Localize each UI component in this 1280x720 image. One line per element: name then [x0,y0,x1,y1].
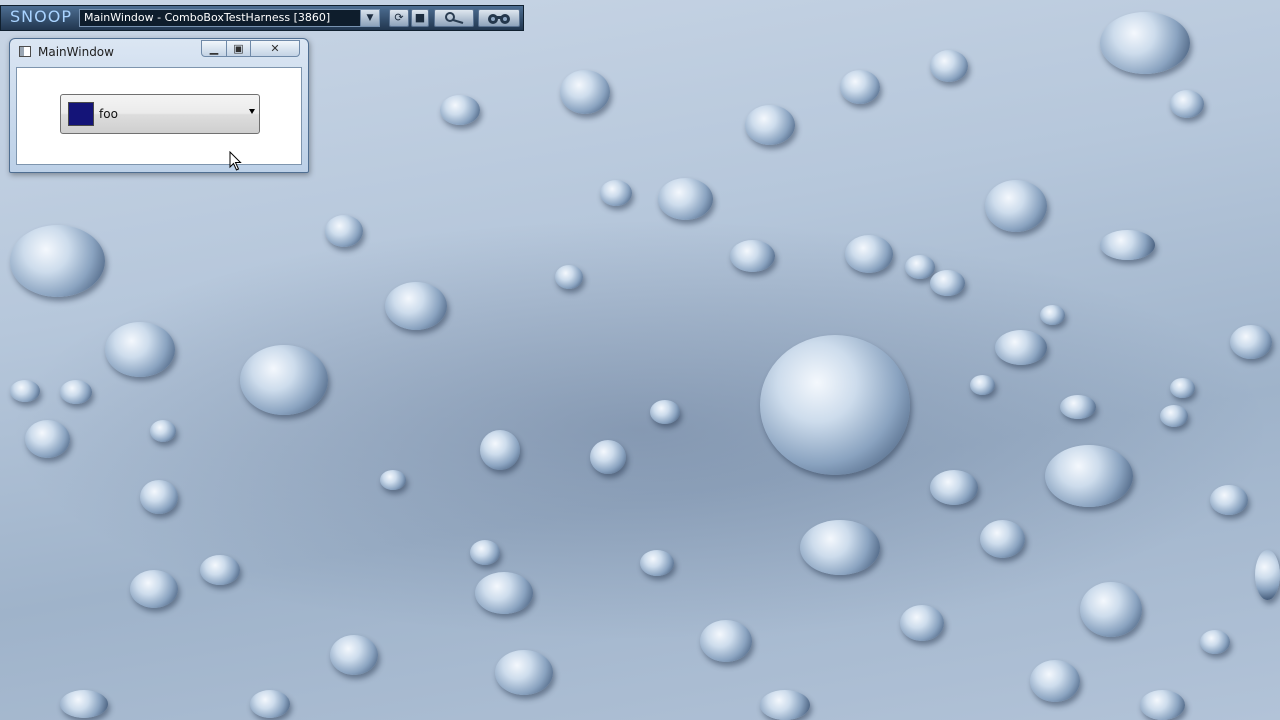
water-droplet [555,265,583,289]
water-droplet [730,240,775,272]
water-droplet [240,345,328,415]
water-droplet [60,690,108,718]
water-droplet [1170,90,1204,118]
snoop-magnify-button[interactable] [434,9,474,27]
stop-button[interactable]: ■ [411,9,429,27]
maximize-button[interactable]: ▣ [226,40,251,57]
water-droplet [10,380,40,402]
water-droplet [1100,12,1190,74]
water-droplet [1200,630,1230,654]
water-droplet [900,605,944,641]
arrow-cursor-icon [229,151,242,171]
water-droplet [760,690,810,720]
water-droplet [1140,690,1185,720]
water-droplet [640,550,674,576]
water-droplet [985,180,1047,232]
water-droplet [140,480,178,514]
water-droplet [1060,395,1096,419]
combobox-selected-text: foo [99,107,118,121]
water-droplet [905,255,935,279]
color-combobox[interactable]: foo [60,94,260,134]
water-droplet [440,95,480,125]
water-droplet [480,430,520,470]
water-droplet [1040,305,1065,325]
close-icon: ✕ [270,42,280,55]
chevron-down-icon[interactable] [249,109,255,114]
caption-buttons: ▁ ▣ ✕ [201,40,301,58]
binoculars-icon [488,14,510,24]
snoop-logo: SNOOP [10,7,72,26]
window-client-area: foo [16,67,302,165]
water-droplet [380,470,406,490]
window-app-icon[interactable] [19,46,31,57]
snoop-binoculars-button[interactable] [478,9,520,27]
water-droplet [470,540,500,565]
water-droplet [980,520,1025,558]
stop-icon: ■ [414,11,426,24]
water-droplet [1030,660,1080,702]
water-droplet [970,375,995,395]
maximize-icon: ▣ [233,42,244,55]
dropdown-arrow-icon[interactable]: ▼ [360,10,379,26]
water-droplet [1160,405,1188,427]
water-droplet [560,70,610,114]
water-droplet [590,440,626,474]
water-droplet [475,572,533,614]
water-droplet [845,235,893,273]
window-title: MainWindow [38,45,114,59]
water-droplet [200,555,240,585]
close-button[interactable]: ✕ [250,40,300,57]
water-droplet [105,322,175,377]
water-droplet [995,330,1047,365]
snoop-target-text: MainWindow - ComboBoxTestHarness [3860] [84,11,331,24]
water-droplet [1100,230,1155,260]
water-droplet [760,335,910,475]
water-droplet [495,650,553,695]
minimize-icon: ▁ [209,42,219,55]
water-droplet [1255,550,1280,600]
water-droplet [1045,445,1133,507]
refresh-button[interactable]: ⟳ [389,9,409,27]
water-droplet [130,570,178,608]
snoop-target-dropdown[interactable]: MainWindow - ComboBoxTestHarness [3860] … [79,9,380,27]
water-droplet [25,420,70,458]
water-droplet [1170,378,1195,398]
color-swatch [68,102,94,126]
water-droplet [658,178,713,220]
water-droplet [325,215,363,247]
water-droplet [600,180,632,206]
water-droplet [150,420,176,442]
minimize-button[interactable]: ▁ [201,40,227,57]
water-droplet [385,282,447,330]
water-droplet [1210,485,1248,515]
snoop-toolbar: SNOOP MainWindow - ComboBoxTestHarness [… [0,5,524,31]
water-droplet [840,70,880,104]
water-droplet [1230,325,1272,359]
magnifier-icon [445,12,464,24]
water-droplet [650,400,680,424]
water-droplet [930,50,968,82]
refresh-icon: ⟳ [394,11,404,24]
water-droplet [60,380,92,404]
main-window: MainWindow ▁ ▣ ✕ foo [9,38,309,173]
water-droplet [10,225,105,297]
water-droplet [1080,582,1142,637]
water-droplet [930,470,978,505]
water-droplet [700,620,752,662]
water-droplet [330,635,378,675]
water-droplet [930,270,965,296]
water-droplet [745,105,795,145]
water-droplet [250,690,290,718]
water-droplet [800,520,880,575]
